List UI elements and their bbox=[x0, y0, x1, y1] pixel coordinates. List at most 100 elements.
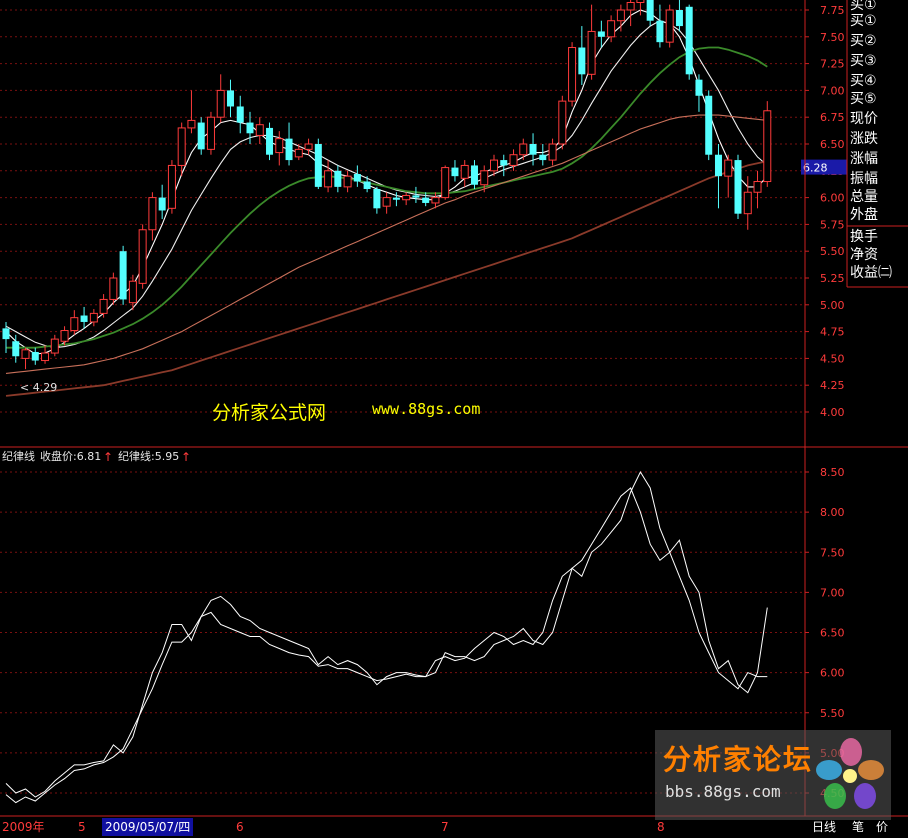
candle-body-up bbox=[568, 47, 577, 102]
indicator-tick-label: 8.00 bbox=[820, 506, 845, 519]
candle-body-up bbox=[148, 197, 157, 231]
candle-body-up bbox=[216, 89, 225, 118]
candle-body-up bbox=[89, 312, 98, 323]
sidebar-item: 买① bbox=[850, 13, 877, 29]
chart-canvas: < 4.29 7.757.507.257.006.756.506.256.005… bbox=[0, 0, 908, 817]
candle-body-up bbox=[480, 170, 489, 186]
forum-title: 分析家论坛 bbox=[663, 743, 814, 776]
price-tick-label: 6.75 bbox=[820, 111, 845, 124]
candle-body-down bbox=[363, 181, 371, 190]
candle-body-down bbox=[422, 197, 430, 203]
candle-body-up bbox=[70, 317, 79, 332]
ma5-line bbox=[5, 9, 768, 355]
candle-body-down bbox=[392, 197, 400, 200]
candle-body-up bbox=[490, 159, 498, 172]
candle-body-down bbox=[353, 174, 361, 182]
candle-body-up bbox=[616, 9, 625, 22]
indicator-tick-label: 7.00 bbox=[820, 586, 845, 599]
price-tick-label: 5.75 bbox=[820, 218, 845, 231]
candle-body-up bbox=[50, 338, 59, 354]
candle-body-up bbox=[763, 110, 772, 183]
candle-body-down bbox=[373, 189, 381, 209]
sidebar-item: 买⑤ bbox=[850, 91, 877, 107]
candle-body-up bbox=[743, 191, 752, 215]
price-tick-label: 7.50 bbox=[820, 31, 845, 44]
candle-body-down bbox=[2, 328, 10, 340]
indicator-tick-label: 5.50 bbox=[820, 707, 845, 720]
candle-body-up bbox=[294, 148, 303, 158]
price-tick-label: 5.00 bbox=[820, 299, 845, 312]
ma60-line bbox=[5, 114, 768, 374]
candle-body-up bbox=[626, 1, 635, 11]
candle-body-up bbox=[138, 229, 147, 284]
candle-body-down bbox=[334, 170, 342, 187]
candle-body-down bbox=[451, 167, 459, 177]
candle-body-up bbox=[441, 167, 450, 199]
candle-body-up bbox=[460, 164, 469, 179]
candle-body-up bbox=[753, 181, 762, 193]
sidebar-item: 净资 bbox=[850, 247, 878, 263]
cursor-date: 2009/05/07/四 bbox=[102, 818, 194, 836]
legend-up-arrow-icon: ↑ bbox=[181, 450, 191, 464]
candle-body-down bbox=[197, 122, 205, 150]
candle-body-down bbox=[314, 144, 322, 187]
price-tick-label: 6.00 bbox=[820, 192, 845, 205]
candle-body-down bbox=[539, 154, 547, 161]
candle-body-up bbox=[275, 138, 284, 154]
sidebar-item: 买③ bbox=[850, 53, 877, 69]
price-tick-label: 5.25 bbox=[820, 272, 845, 285]
candle-body-up bbox=[607, 20, 616, 38]
candle-body-up bbox=[60, 330, 69, 342]
candle-body-down bbox=[412, 195, 420, 198]
tab-stroke[interactable]: 笔 bbox=[852, 817, 864, 837]
y-axis-labels: 7.757.507.257.006.756.506.256.005.755.50… bbox=[801, 4, 847, 800]
indicator-tick-label: 6.00 bbox=[820, 667, 845, 680]
candle-body-down bbox=[656, 20, 664, 43]
candle-body-up bbox=[21, 349, 30, 359]
candle-body-up bbox=[255, 124, 264, 136]
candle-body-down bbox=[246, 122, 254, 134]
low-price-marker: < 4.29 bbox=[20, 381, 57, 394]
indicator-tick-label: 7.50 bbox=[820, 546, 845, 559]
candle-body-up bbox=[587, 30, 596, 75]
price-tick-label: 5.50 bbox=[820, 245, 845, 258]
candle-body-down bbox=[685, 6, 693, 75]
price-tick-label: 7.75 bbox=[820, 4, 845, 17]
candle-body-up bbox=[548, 143, 557, 161]
price-tick-label: 4.50 bbox=[820, 352, 845, 365]
legend-title: 纪律线 bbox=[2, 449, 35, 463]
candle-body-up bbox=[431, 197, 440, 204]
candle-body-down bbox=[578, 47, 586, 75]
candle-body-down bbox=[597, 31, 605, 37]
price-grid bbox=[0, 9, 805, 413]
candle-body-down bbox=[470, 165, 478, 185]
price-tick-label: 6.50 bbox=[820, 138, 845, 151]
price-tick-label: 4.75 bbox=[820, 326, 845, 339]
price-tick-label: 7.00 bbox=[820, 84, 845, 97]
price-tick-label: 4.00 bbox=[820, 406, 845, 419]
sidebar-item: 总量 bbox=[850, 189, 878, 205]
sidebar-item: 买② bbox=[850, 33, 877, 49]
indicator-tick-label: 8.50 bbox=[820, 466, 845, 479]
candle-body-up bbox=[187, 119, 196, 129]
sidebar-item: 涨跌 bbox=[850, 131, 878, 147]
candle-body-down bbox=[80, 315, 88, 322]
candle-body-down bbox=[285, 138, 293, 161]
candle-body-up bbox=[128, 280, 137, 304]
candle-body-down bbox=[119, 251, 127, 300]
candle-body-up bbox=[665, 9, 674, 43]
tab-daily[interactable]: 日线 bbox=[812, 817, 836, 837]
candle-body-up bbox=[167, 164, 176, 209]
sidebar-item: 换手 bbox=[850, 229, 878, 245]
candle-body-up bbox=[99, 298, 108, 314]
sidebar-item: 外盘 bbox=[850, 207, 878, 223]
discipline-line bbox=[5, 487, 768, 804]
stock-chart-window: { "colors":{"up":"#ff3b3b","down":"#54ff… bbox=[0, 0, 908, 838]
tab-price[interactable]: 价 bbox=[876, 817, 888, 837]
candle-body-up bbox=[304, 143, 313, 150]
candle-body-down bbox=[12, 341, 20, 357]
sidebar-item: 买④ bbox=[850, 73, 877, 89]
legend-up-arrow-icon: ↑ bbox=[103, 450, 113, 464]
x-label-aug: 8 bbox=[657, 820, 665, 834]
legend-close-label: 收盘价:6.81 bbox=[40, 449, 101, 463]
